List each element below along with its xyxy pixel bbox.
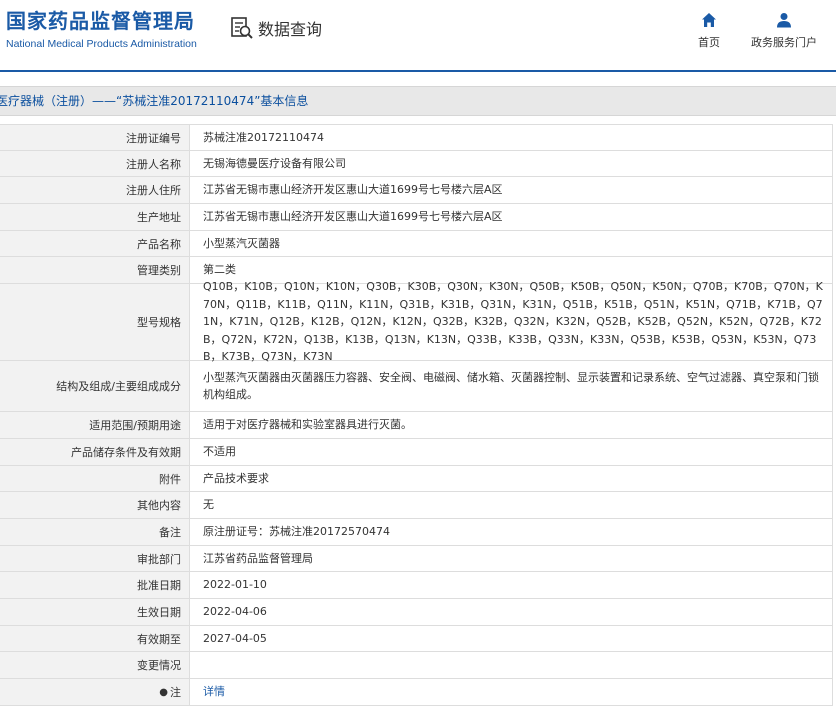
row-value: 原注册证号：苏械注准20172570474 [203, 525, 390, 539]
row-label: 批准日期 [0, 572, 190, 598]
row-value: 无锡海德曼医疗设备有限公司 [203, 156, 346, 170]
row-value: 适用于对医疗器械和实验室器具进行灭菌。 [203, 418, 412, 432]
row-value: 2022-04-06 [203, 605, 267, 619]
brand-name-cn: 国家药品监督管理局 [6, 9, 195, 33]
row-label-text: 注 [170, 686, 181, 699]
table-row: 产品名称 小型蒸汽灭菌器 [0, 231, 832, 257]
row-value: Q10B，K10B，Q10N，K10N，Q30B，K30B，Q30N，K30N，… [203, 280, 823, 364]
nav-service-portal[interactable]: 政务服务门户 [748, 12, 820, 50]
row-value: 详情 [190, 679, 832, 705]
note-bullet-icon: ● [159, 686, 168, 698]
table-row: 审批部门 江苏省药品监督管理局 [0, 546, 832, 572]
page-title-bar: 医疗器械（注册）——“苏械注准20172110474”基本信息 [0, 86, 836, 116]
table-row: 注册人住所 江苏省无锡市惠山经济开发区惠山大道1699号七号楼六层A区 [0, 177, 832, 204]
table-row: ● 注 详情 [0, 679, 832, 706]
row-label: 产品储存条件及有效期 [0, 439, 190, 465]
nav-home[interactable]: 首页 [693, 12, 725, 50]
row-label: 变更情况 [0, 652, 190, 678]
table-row: 变更情况 [0, 652, 832, 679]
header-divider [0, 70, 836, 72]
table-row: 批准日期 2022-01-10 [0, 572, 832, 599]
page-title: 医疗器械（注册）——“苏械注准20172110474”基本信息 [0, 94, 309, 108]
row-label: 生产地址 [0, 204, 190, 230]
site-header: 国家药品监督管理局 National Medical Products Admi… [0, 0, 836, 70]
detail-table: 注册证编号 苏械注准20172110474 注册人名称 无锡海德曼医疗设备有限公… [0, 124, 833, 706]
row-value: 无 [203, 498, 214, 512]
table-row: 适用范围/预期用途 适用于对医疗器械和实验室器具进行灭菌。 [0, 412, 832, 439]
search-document-icon [231, 17, 253, 39]
brand-logo[interactable]: 国家药品监督管理局 National Medical Products Admi… [6, 8, 206, 51]
table-row: 生产地址 江苏省无锡市惠山经济开发区惠山大道1699号七号楼六层A区 [0, 204, 832, 231]
row-label: 注册人名称 [0, 151, 190, 176]
table-row: 产品储存条件及有效期 不适用 [0, 439, 832, 466]
row-value: 小型蒸汽灭菌器 [203, 236, 280, 250]
row-label: 备注 [0, 519, 190, 545]
table-row: 备注 原注册证号：苏械注准20172570474 [0, 519, 832, 546]
table-row: 注册证编号 苏械注准20172110474 [0, 125, 832, 151]
nav-portal-label: 政务服务门户 [751, 36, 817, 49]
row-value [190, 652, 832, 678]
table-row: 生效日期 2022-04-06 [0, 599, 832, 626]
row-label: 其他内容 [0, 492, 190, 518]
row-value: 2027-04-05 [203, 631, 267, 645]
row-value: 江苏省无锡市惠山经济开发区惠山大道1699号七号楼六层A区 [203, 210, 503, 224]
row-label: 有效期至 [0, 626, 190, 651]
data-query-heading: 数据查询 [230, 16, 322, 40]
row-label: 注册人住所 [0, 177, 190, 203]
row-label: 适用范围/预期用途 [0, 412, 190, 438]
row-value: 产品技术要求 [203, 471, 269, 485]
row-value: 苏械注准20172110474 [203, 130, 324, 144]
data-query-label: 数据查询 [258, 20, 323, 39]
table-row: 附件 产品技术要求 [0, 466, 832, 492]
table-row: 型号规格 Q10B，K10B，Q10N，K10N，Q30B，K30B，Q30N，… [0, 280, 832, 364]
details-link[interactable]: 详情 [203, 683, 225, 701]
row-label: 审批部门 [0, 546, 190, 571]
nav-home-label: 首页 [698, 36, 720, 49]
row-label: 管理类别 [0, 257, 190, 283]
table-row: 结构及组成/主要组成成分 小型蒸汽灭菌器由灭菌器压力容器、安全阀、电磁阀、储水箱… [0, 361, 832, 412]
row-label: 产品名称 [0, 231, 190, 256]
row-label: 注册证编号 [0, 125, 190, 150]
row-value: 不适用 [203, 445, 236, 459]
user-icon [777, 13, 791, 28]
row-label: ● 注 [0, 679, 190, 705]
row-value: 小型蒸汽灭菌器由灭菌器压力容器、安全阀、电磁阀、储水箱、灭菌器控制、显示装置和记… [203, 370, 819, 402]
brand-name-en: National Medical Products Administration [6, 38, 197, 50]
table-row: 有效期至 2027-04-05 [0, 626, 832, 652]
table-row: 注册人名称 无锡海德曼医疗设备有限公司 [0, 151, 832, 177]
row-label: 附件 [0, 466, 190, 491]
table-row: 其他内容 无 [0, 492, 832, 519]
row-value: 江苏省药品监督管理局 [203, 551, 313, 565]
home-icon [702, 13, 716, 27]
row-label: 生效日期 [0, 599, 190, 625]
row-label: 结构及组成/主要组成成分 [0, 361, 190, 411]
row-value: 江苏省无锡市惠山经济开发区惠山大道1699号七号楼六层A区 [203, 183, 503, 197]
row-value: 2022-01-10 [203, 578, 267, 592]
row-label: 型号规格 [0, 284, 190, 360]
